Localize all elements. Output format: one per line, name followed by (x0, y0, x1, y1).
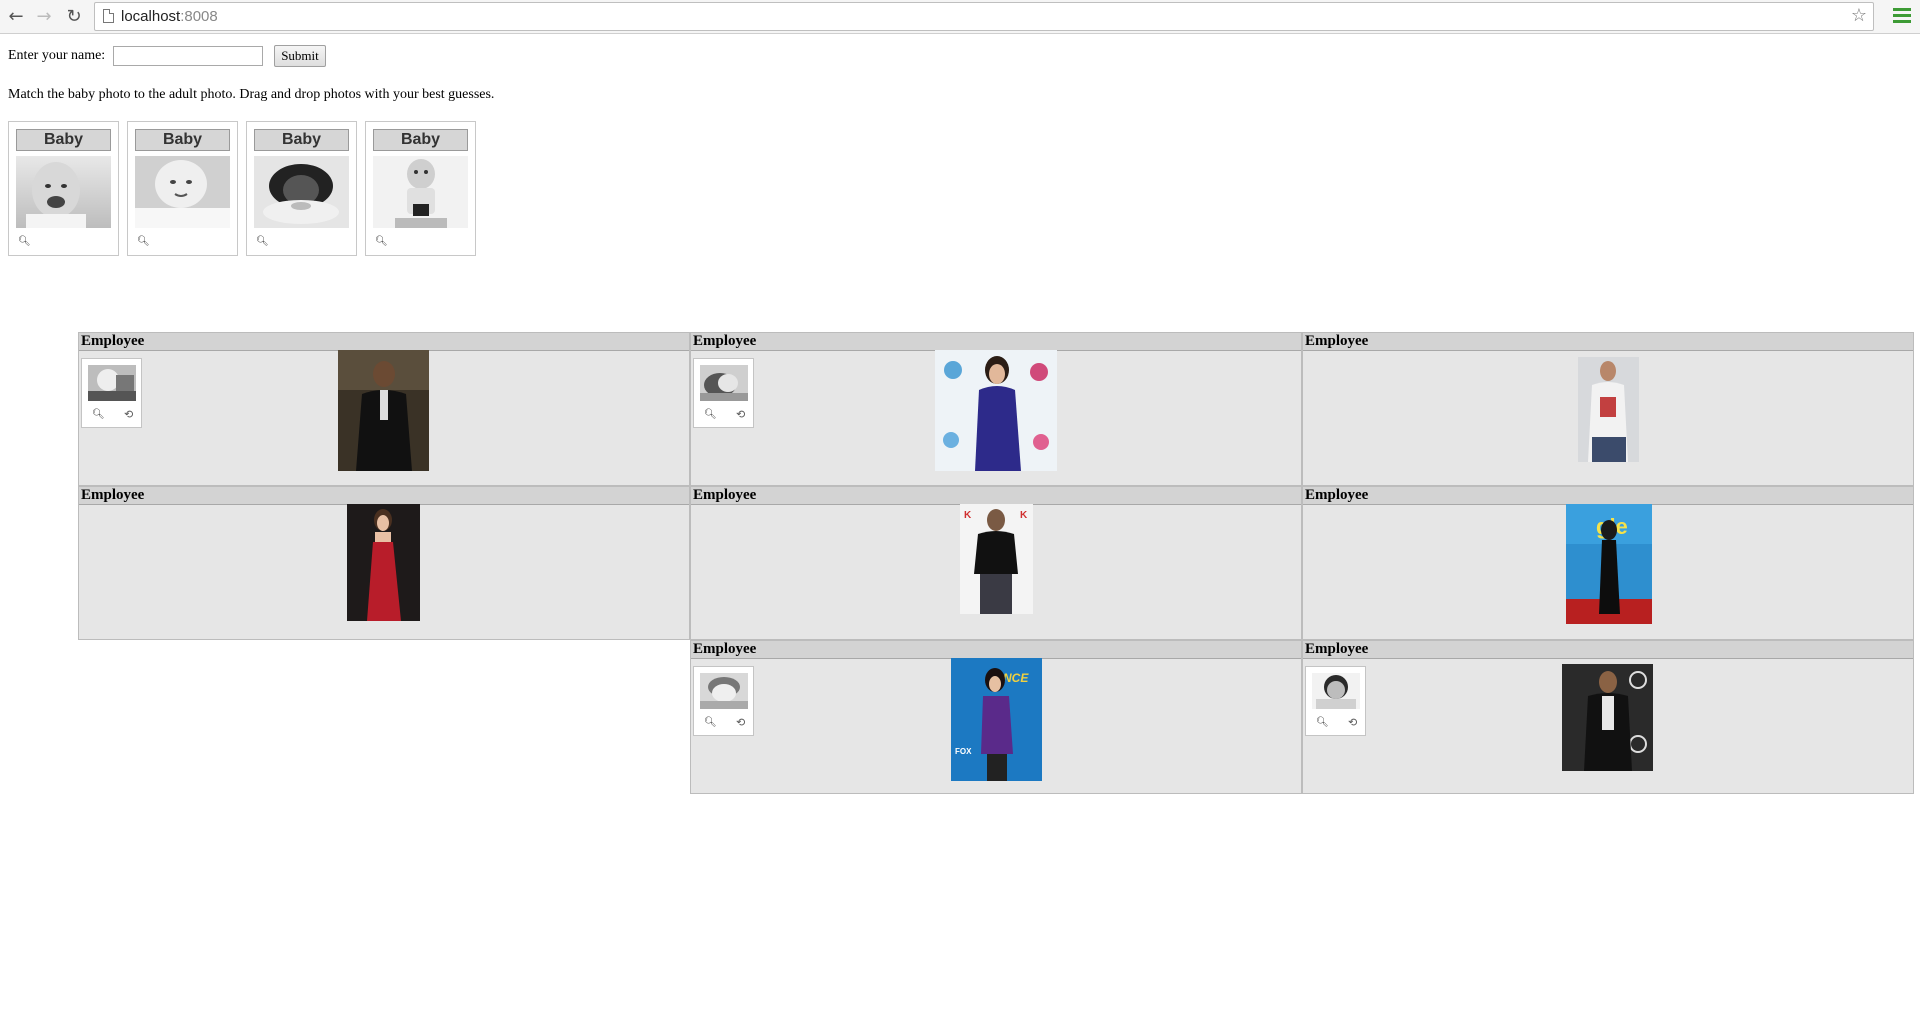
baby-card-label: Baby (16, 129, 111, 151)
zoom-icon[interactable]: 🔍︎ (375, 236, 388, 247)
rotate-icon[interactable]: ⟲ (1348, 716, 1357, 729)
employee-label: Employee (79, 487, 689, 505)
dropped-baby-card[interactable]: 🔍︎ ⟲ (81, 358, 142, 428)
svg-text:NCE: NCE (1003, 671, 1029, 685)
baby-card-label: Baby (135, 129, 230, 151)
back-arrow-icon[interactable]: ← (4, 4, 28, 28)
baby-photo (16, 156, 111, 228)
page-icon (103, 9, 114, 23)
zoom-icon[interactable]: 🔍︎ (704, 409, 717, 420)
dropped-baby-card[interactable]: 🔍︎ ⟲ (693, 358, 754, 428)
name-label: Enter your name: (8, 48, 106, 64)
employee-dropzone[interactable]: Employee gle (1302, 486, 1914, 640)
employee-photo (935, 350, 1057, 471)
employee-photo: gle (1566, 504, 1652, 624)
browser-toolbar: ← → ↻ localhost:8008 ☆ (0, 0, 1920, 34)
hamburger-menu-icon[interactable] (1893, 5, 1911, 27)
star-icon[interactable]: ☆ (1851, 5, 1867, 26)
employee-label: Employee (79, 333, 689, 351)
employee-photo: KK (960, 504, 1033, 614)
baby-card-label: Baby (254, 129, 349, 151)
employee-dropzone[interactable]: Employee KK (690, 486, 1302, 640)
employee-photo (338, 350, 429, 471)
employee-dropzone[interactable]: Employee (1302, 332, 1914, 486)
employee-photo (1562, 664, 1653, 771)
employee-label: Employee (691, 487, 1301, 505)
name-input[interactable] (112, 46, 263, 66)
baby-card[interactable]: Baby 🔍︎ (365, 121, 476, 256)
employee-label: Employee (1303, 333, 1913, 351)
rotate-icon[interactable]: ⟲ (736, 716, 745, 729)
baby-photo (135, 156, 230, 228)
zoom-icon[interactable]: 🔍︎ (137, 236, 150, 247)
baby-card[interactable]: Baby 🔍︎ (8, 121, 119, 256)
baby-card[interactable]: Baby 🔍︎ (127, 121, 238, 256)
zoom-icon[interactable]: 🔍︎ (92, 409, 105, 420)
baby-thumbnail (1312, 673, 1360, 709)
employee-photo (1578, 357, 1639, 462)
employee-dropzone[interactable]: Employee 🔍︎ ⟲ (690, 332, 1302, 486)
employee-label: Employee (691, 641, 1301, 659)
forward-arrow-icon[interactable]: → (32, 4, 56, 28)
baby-thumbnail (700, 673, 748, 709)
baby-photo (373, 156, 468, 228)
employee-label: Employee (1303, 641, 1913, 659)
dropped-baby-card[interactable]: 🔍︎ ⟲ (1305, 666, 1366, 736)
name-form: Enter your name: Submit (8, 45, 326, 67)
zoom-icon[interactable]: 🔍︎ (1316, 717, 1329, 728)
employee-dropzone[interactable]: Employee 🔍︎ ⟲ (1302, 640, 1914, 794)
employee-label: Employee (691, 333, 1301, 351)
url-text: localhost:8008 (121, 8, 218, 25)
employee-dropzone[interactable]: Employee (78, 486, 690, 640)
rotate-icon[interactable]: ⟲ (124, 408, 133, 421)
rotate-icon[interactable]: ⟲ (736, 408, 745, 421)
baby-photo (254, 156, 349, 228)
svg-text:FOX: FOX (955, 747, 972, 756)
baby-thumbnail (88, 365, 136, 401)
employee-dropzone[interactable]: Employee 🔍︎ ⟲ (78, 332, 690, 486)
baby-card[interactable]: Baby 🔍︎ (246, 121, 357, 256)
baby-thumbnail (700, 365, 748, 401)
zoom-icon[interactable]: 🔍︎ (18, 236, 31, 247)
svg-text:K: K (964, 510, 972, 521)
zoom-icon[interactable]: 🔍︎ (256, 236, 269, 247)
zoom-icon[interactable]: 🔍︎ (704, 717, 717, 728)
reload-icon[interactable]: ↻ (62, 4, 86, 28)
svg-text:K: K (1020, 510, 1028, 521)
dropped-baby-card[interactable]: 🔍︎ ⟲ (693, 666, 754, 736)
employee-dropzone[interactable]: Employee 🔍︎ ⟲ NCE FOX (690, 640, 1302, 794)
employee-photo (347, 504, 420, 621)
baby-card-label: Baby (373, 129, 468, 151)
instructions-text: Match the baby photo to the adult photo.… (8, 87, 495, 102)
address-bar[interactable]: localhost:8008 ☆ (94, 2, 1874, 31)
submit-button[interactable]: Submit (274, 45, 326, 67)
employee-photo: NCE FOX (951, 658, 1042, 781)
employee-label: Employee (1303, 487, 1913, 505)
